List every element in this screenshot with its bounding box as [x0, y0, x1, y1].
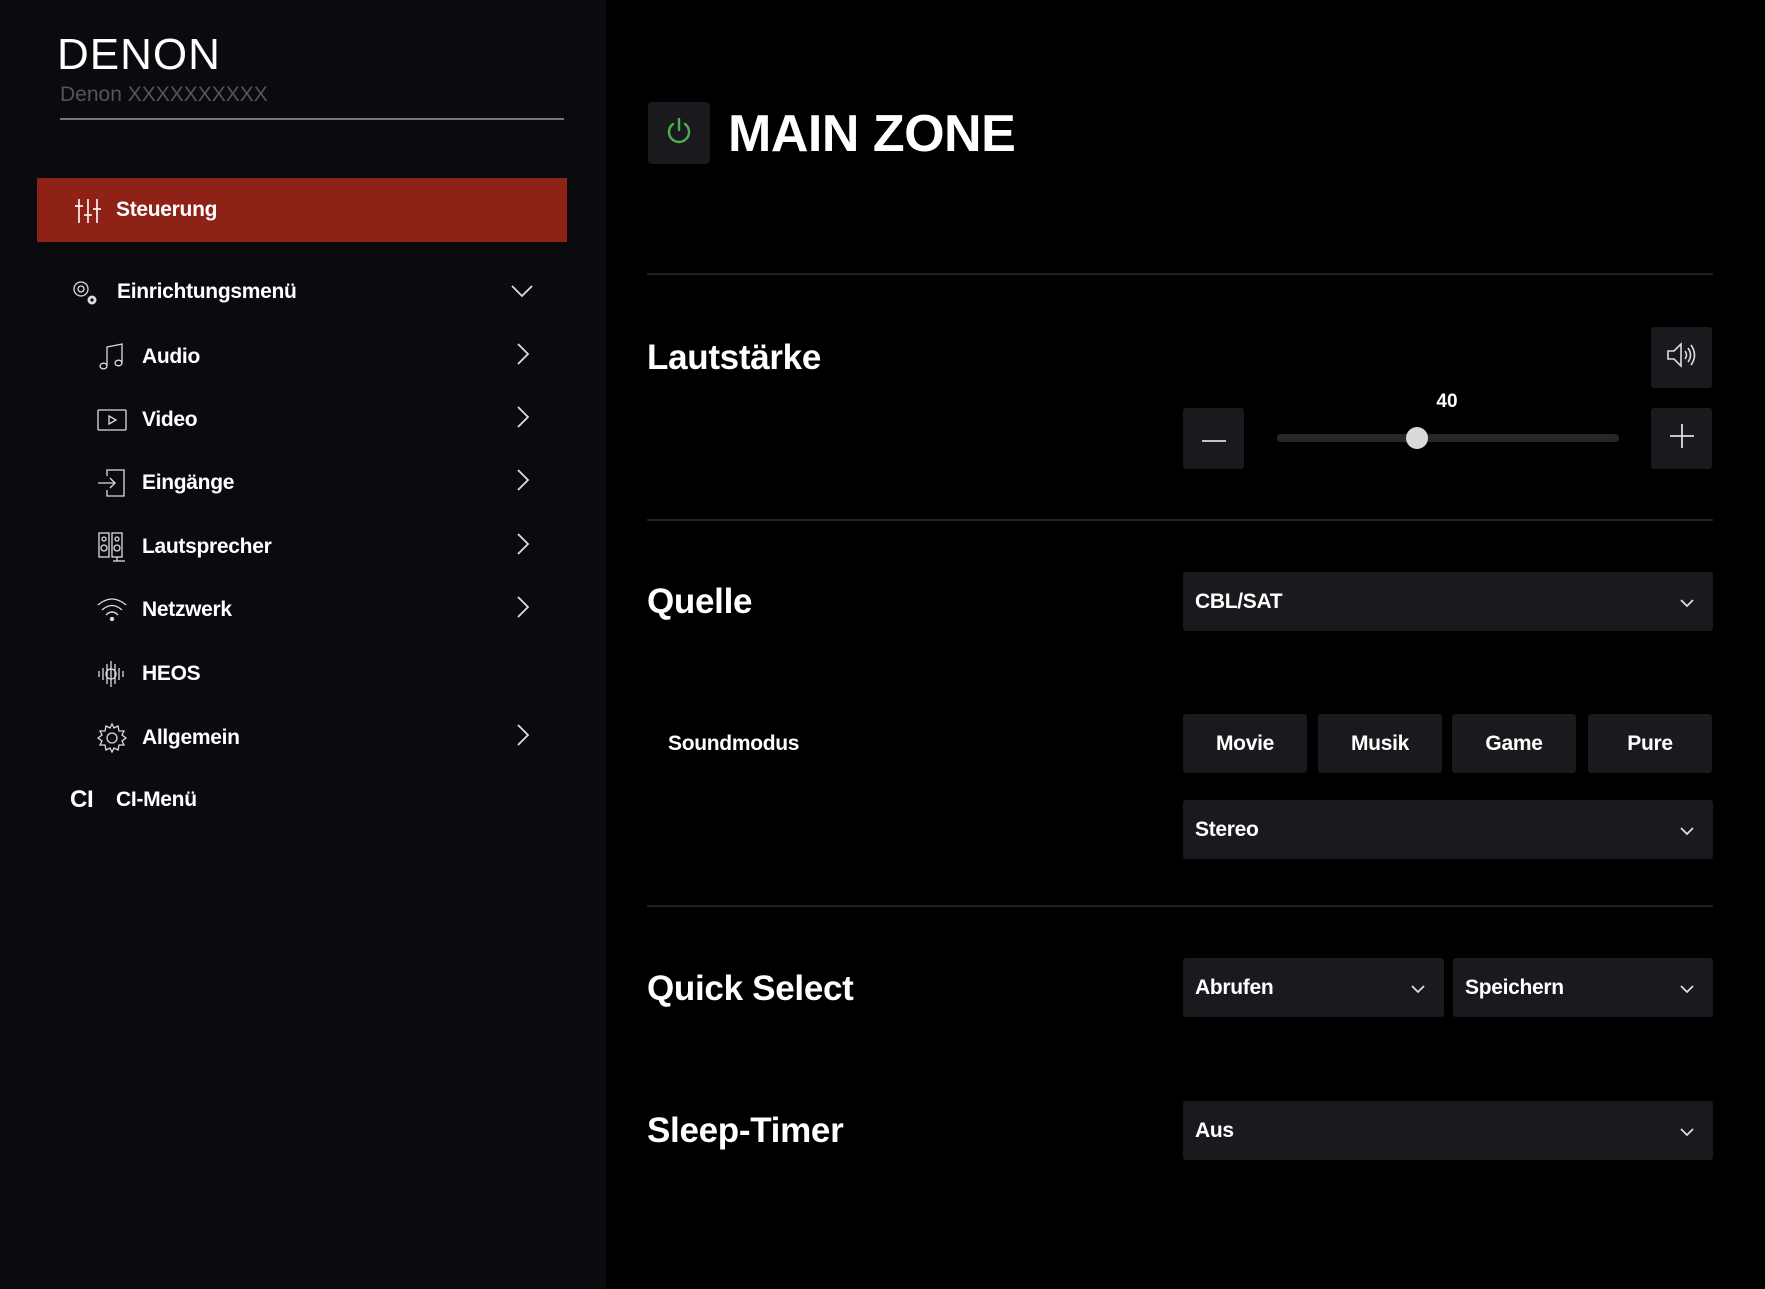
- sidebar-item-label: CI-Menü: [116, 788, 197, 811]
- chevron-right-icon: [516, 342, 530, 372]
- volume-label: Lautstärke: [647, 338, 822, 377]
- source-label: Quelle: [647, 582, 753, 621]
- video-play-icon: [96, 404, 128, 436]
- quick-select-recall-label: Abrufen: [1195, 975, 1274, 999]
- sound-mode-movie-button[interactable]: Movie: [1183, 714, 1307, 773]
- volume-slider-fill: [1277, 434, 1418, 442]
- sidebar-item-allgemein[interactable]: Allgemein: [96, 716, 530, 760]
- quick-select-label: Quick Select: [647, 969, 854, 1008]
- sound-mode-pure-button[interactable]: Pure: [1588, 714, 1712, 773]
- sleep-timer-dropdown[interactable]: Aus: [1183, 1101, 1713, 1160]
- quick-select-save-dropdown[interactable]: Speichern: [1453, 958, 1713, 1017]
- main-panel: [606, 0, 1765, 1289]
- heos-icon: [96, 658, 128, 690]
- chevron-right-icon: [516, 723, 530, 753]
- source-dropdown[interactable]: CBL/SAT: [1183, 572, 1713, 631]
- music-note-icon: [96, 341, 128, 373]
- sidebar-item-audio[interactable]: Audio: [96, 335, 530, 379]
- device-name-field[interactable]: Denon XXXXXXXXXX: [60, 80, 564, 120]
- sound-mode-game-button[interactable]: Game: [1452, 714, 1576, 773]
- gears-icon: [70, 278, 100, 308]
- sidebar-item-heos[interactable]: HEOS: [96, 652, 530, 696]
- volume-slider[interactable]: [1277, 427, 1619, 449]
- sound-mode-musik-button[interactable]: Musik: [1318, 714, 1442, 773]
- plus-icon: [1668, 422, 1696, 455]
- divider: [647, 519, 1713, 521]
- denon-logo: DENON: [57, 30, 221, 79]
- chevron-down-icon: [1679, 1119, 1695, 1143]
- sliders-icon: [73, 196, 103, 226]
- sidebar-item-label: HEOS: [142, 662, 201, 685]
- quick-select-save-label: Speichern: [1465, 975, 1564, 999]
- volume-up-button[interactable]: [1651, 408, 1712, 469]
- power-icon: [664, 116, 694, 151]
- sound-mode-dropdown[interactable]: Stereo: [1183, 800, 1713, 859]
- speaker-volume-icon: [1666, 341, 1698, 374]
- divider: [647, 273, 1713, 275]
- source-selected: CBL/SAT: [1195, 589, 1283, 613]
- gear-icon: [96, 722, 128, 754]
- sidebar-item-ci-menu[interactable]: CI CI-Menü: [70, 780, 534, 820]
- chevron-down-icon: [1410, 976, 1426, 1000]
- divider: [647, 905, 1713, 907]
- sidebar-item-label: Lautsprecher: [142, 535, 272, 558]
- chevron-right-icon: [516, 405, 530, 435]
- sidebar-item-label: Video: [142, 408, 198, 431]
- chevron-down-icon: [1679, 976, 1695, 1000]
- chevron-right-icon: [516, 532, 530, 562]
- sidebar-item-video[interactable]: Video: [96, 398, 530, 442]
- mute-button[interactable]: [1651, 327, 1712, 388]
- speakers-icon: [96, 531, 128, 563]
- sidebar: DENON Denon XXXXXXXXXX Steuerung Einrich…: [0, 0, 606, 1289]
- page-title: MAIN ZONE: [728, 105, 1016, 163]
- sidebar-item-label: Netzwerk: [142, 598, 232, 621]
- sidebar-item-label: Steuerung: [116, 198, 218, 221]
- sleep-timer-selected: Aus: [1195, 1118, 1234, 1142]
- chevron-right-icon: [516, 468, 530, 498]
- chevron-down-icon: [1679, 818, 1695, 842]
- sound-mode-selected: Stereo: [1195, 817, 1259, 841]
- sleep-timer-label: Sleep-Timer: [647, 1111, 844, 1150]
- input-icon: [96, 467, 128, 499]
- volume-down-button[interactable]: [1183, 408, 1244, 469]
- chevron-down-icon[interactable]: [510, 280, 534, 304]
- minus-icon: [1200, 430, 1228, 448]
- sidebar-item-label: Eingänge: [142, 471, 235, 494]
- chevron-down-icon: [1679, 590, 1695, 614]
- ci-icon: CI: [70, 786, 94, 813]
- sidebar-item-eingaenge[interactable]: Eingänge: [96, 461, 530, 505]
- sidebar-item-netzwerk[interactable]: Netzwerk: [96, 588, 530, 632]
- sound-mode-label: Soundmodus: [668, 732, 800, 755]
- sidebar-item-label: Allgemein: [142, 726, 240, 749]
- sidebar-item-steuerung[interactable]: Steuerung: [37, 178, 567, 242]
- chevron-right-icon: [516, 595, 530, 625]
- sidebar-item-einrichtungsmenu[interactable]: Einrichtungsmenü: [70, 272, 534, 312]
- volume-value: 40: [1436, 391, 1458, 412]
- sidebar-item-label: Audio: [142, 345, 200, 368]
- wifi-icon: [96, 594, 128, 626]
- sidebar-item-label: Einrichtungsmenü: [117, 280, 297, 303]
- quick-select-recall-dropdown[interactable]: Abrufen: [1183, 958, 1444, 1017]
- sidebar-item-lautsprecher[interactable]: Lautsprecher: [96, 525, 530, 569]
- power-button[interactable]: [648, 102, 710, 164]
